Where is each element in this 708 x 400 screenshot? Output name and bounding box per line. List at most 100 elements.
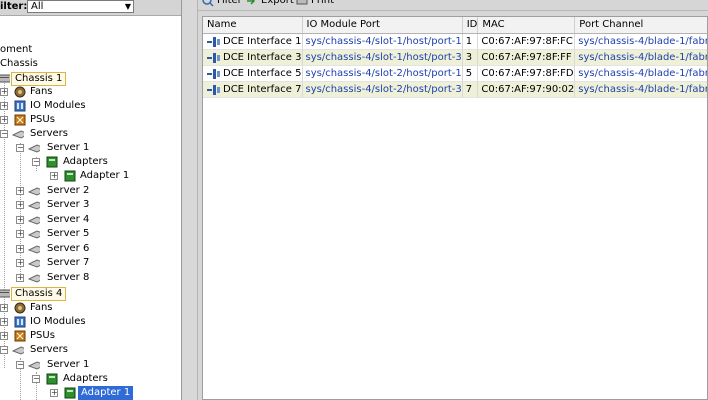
io-module-port-cell[interactable]: sys/chassis-4/slot-1/host/port-3 <box>302 49 463 66</box>
expand-toggle[interactable]: + <box>0 304 8 312</box>
server-icon <box>28 187 40 196</box>
tree-node-chassis-1[interactable]: Chassis 1 <box>0 71 181 86</box>
chassis-icon <box>0 74 10 83</box>
filter-icon <box>202 0 214 7</box>
adapter-icon <box>64 387 76 399</box>
content-pane: Filter Export Print Name IO Module Port <box>198 0 708 400</box>
tree-node-label: Chassis 4 <box>11 287 67 301</box>
tree-node-label: Server 3 <box>47 199 90 210</box>
filter-bar: ilter: All ▼ <box>0 0 181 16</box>
tree-node-label: Chassis <box>0 58 38 69</box>
chevron-down-icon[interactable]: ▼ <box>125 1 131 12</box>
equipment-tree: oment Chassis Chassis 1 + Fans + IO Modu… <box>0 16 181 400</box>
table-row[interactable]: DCE Interface 5 sys/chassis-4/slot-2/hos… <box>203 65 707 82</box>
collapse-toggle[interactable]: − <box>32 158 40 166</box>
export-button-label: Export <box>261 0 294 6</box>
expand-toggle[interactable]: + <box>16 230 24 238</box>
pane-splitter[interactable] <box>183 0 198 400</box>
column-header-io-module-port[interactable]: IO Module Port <box>302 17 463 34</box>
column-header-mac[interactable]: MAC <box>477 17 576 34</box>
expand-toggle[interactable]: + <box>0 318 8 326</box>
tree-node-label: PSUs <box>30 114 55 125</box>
port-channel-cell[interactable]: sys/chassis-4/blade-1/fabric <box>574 49 707 66</box>
interface-icon <box>207 84 220 95</box>
collapse-toggle[interactable]: − <box>0 130 8 138</box>
filter-button-label: Filter <box>217 0 242 6</box>
io-module-port-cell[interactable]: sys/chassis-4/slot-1/host/port-1 <box>302 33 463 50</box>
fan-icon <box>14 86 26 98</box>
tree-node-label: IO Modules <box>30 316 86 327</box>
tree-node-label: Server 8 <box>47 272 90 283</box>
expand-toggle[interactable]: + <box>0 102 8 110</box>
io-module-port-cell[interactable]: sys/chassis-4/slot-2/host/port-1 <box>302 65 463 82</box>
table-row[interactable]: DCE Interface 1 sys/chassis-4/slot-1/hos… <box>203 33 707 50</box>
power-supply-icon <box>14 114 26 126</box>
chassis-icon <box>0 289 10 298</box>
table-toolbar: Filter Export Print <box>198 0 708 11</box>
tree-node-label: Adapters <box>63 156 108 167</box>
table-row[interactable]: DCE Interface 3 sys/chassis-4/slot-1/hos… <box>203 49 707 66</box>
port-channel-cell[interactable]: sys/chassis-4/blade-1/fabric <box>574 33 707 50</box>
expand-toggle[interactable]: + <box>16 259 24 267</box>
server-icon <box>28 245 40 254</box>
expand-toggle[interactable]: + <box>50 172 58 180</box>
collapse-toggle[interactable]: − <box>0 346 8 354</box>
expand-toggle[interactable]: + <box>0 88 8 96</box>
filter-dropdown[interactable]: All ▼ <box>27 0 134 13</box>
filter-label: ilter: <box>0 1 28 12</box>
collapse-toggle[interactable]: − <box>16 361 24 369</box>
server-icon <box>28 361 40 370</box>
print-icon <box>296 0 308 5</box>
expand-toggle[interactable]: + <box>0 116 8 124</box>
expand-toggle[interactable]: + <box>16 201 24 209</box>
tree-node-label: Fans <box>30 86 53 97</box>
adapters-icon <box>46 373 58 385</box>
id-cell: 5 <box>462 65 479 82</box>
interface-name-cell: DCE Interface 7 <box>203 81 303 98</box>
io-module-port-cell[interactable]: sys/chassis-4/slot-2/host/port-3 <box>302 81 463 98</box>
id-cell: 7 <box>462 81 479 98</box>
column-header-name[interactable]: Name <box>203 17 303 34</box>
mac-cell: C0:67:AF:97:8F:FF <box>477 49 576 66</box>
expand-toggle[interactable]: + <box>50 389 58 397</box>
interface-name-cell: DCE Interface 3 <box>203 49 303 66</box>
navigation-pane: ilter: All ▼ oment Chassis Chassis 1 + F… <box>0 0 182 400</box>
print-button-label: Print <box>311 0 335 6</box>
expand-toggle[interactable]: + <box>16 187 24 195</box>
tree-node-label: Server 4 <box>47 214 90 225</box>
collapse-toggle[interactable]: − <box>16 144 24 152</box>
io-module-icon <box>14 316 26 328</box>
port-channel-cell[interactable]: sys/chassis-4/blade-1/fabric <box>574 65 707 82</box>
table-row[interactable]: DCE Interface 7 sys/chassis-4/slot-2/hos… <box>203 81 707 98</box>
column-header-port-channel[interactable]: Port Channel <box>574 17 707 34</box>
tree-node-label: Servers <box>30 344 69 355</box>
tree-node-label: oment <box>0 44 33 55</box>
interface-icon <box>207 52 220 63</box>
server-icon <box>28 201 40 210</box>
mac-cell: C0:67:AF:97:8F:FD <box>477 65 576 82</box>
tree-node-label: Server 5 <box>47 228 90 239</box>
port-channel-cell[interactable]: sys/chassis-4/blade-1/fabric <box>574 81 707 98</box>
tree-node-label: Fans <box>30 302 53 313</box>
column-header-id[interactable]: ID <box>462 17 479 34</box>
tree-node-label: Chassis 1 <box>11 72 67 86</box>
collapse-toggle[interactable]: − <box>32 375 40 383</box>
export-icon <box>247 0 256 5</box>
fan-icon <box>14 302 26 314</box>
filter-value: All <box>31 1 44 12</box>
adapters-icon <box>46 156 58 168</box>
expand-toggle[interactable]: + <box>16 274 24 282</box>
interface-name-cell: DCE Interface 1 <box>203 33 303 50</box>
expand-toggle[interactable]: + <box>16 245 24 253</box>
server-icon <box>28 259 40 268</box>
adapter-icon <box>64 170 76 182</box>
expand-toggle[interactable]: + <box>0 332 8 340</box>
expand-toggle[interactable]: + <box>16 216 24 224</box>
interface-icon <box>207 36 220 47</box>
tree-node-label: Servers <box>30 128 69 139</box>
tree-node-label: Server 7 <box>47 257 90 268</box>
table-header-row: Name IO Module Port ID MAC Port Channel <box>203 17 707 34</box>
tree-node-chassis-4[interactable]: Chassis 4 <box>0 286 181 301</box>
servers-icon <box>12 130 24 139</box>
server-icon <box>28 144 40 153</box>
